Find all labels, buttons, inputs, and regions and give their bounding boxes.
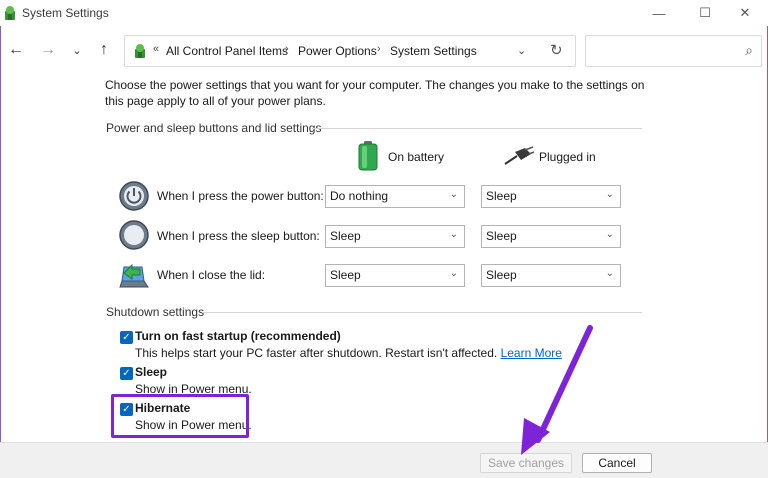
learn-more-link[interactable]: Learn More: [501, 346, 562, 360]
section-divider: [202, 312, 642, 313]
fast-startup-label[interactable]: Turn on fast startup (recommended): [135, 329, 341, 343]
fast-startup-checkbox[interactable]: ✓: [120, 331, 133, 344]
intro-text: Choose the power settings that you want …: [105, 78, 645, 108]
close-lid-battery-select[interactable]: Sleep ⌄: [325, 264, 465, 287]
chevron-down-icon: ⌄: [605, 189, 614, 200]
overflow-chevron-icon[interactable]: «: [153, 43, 159, 55]
breadcrumb-all-control-panel-items[interactable]: All Control Panel Items: [166, 44, 288, 58]
control-panel-icon: [5, 6, 15, 20]
address-dropdown-icon[interactable]: ⌄: [517, 44, 526, 57]
control-panel-icon: [135, 44, 145, 58]
sleep-button-plugged-select[interactable]: Sleep ⌄: [481, 225, 621, 248]
power-button-battery-select[interactable]: Do nothing ⌄: [325, 185, 465, 208]
breadcrumb-system-settings[interactable]: System Settings: [390, 44, 477, 58]
cancel-button[interactable]: Cancel: [582, 453, 652, 473]
breadcrumb-separator-icon[interactable]: ›: [285, 43, 289, 55]
window-title: System Settings: [22, 6, 109, 20]
plugged-in-header: Plugged in: [539, 150, 596, 164]
chevron-down-icon: ⌄: [449, 189, 458, 200]
chevron-down-icon: ⌄: [605, 268, 614, 279]
fast-startup-desc-text: This helps start your PC faster after sh…: [135, 346, 498, 360]
sleep-button-battery-select[interactable]: Sleep ⌄: [325, 225, 465, 248]
power-plug-icon: [504, 146, 535, 165]
forward-button[interactable]: →: [37, 39, 59, 61]
hibernate-highlight-box: [111, 394, 249, 438]
close-lid-plugged-select[interactable]: Sleep ⌄: [481, 264, 621, 287]
sleep-button-label: When I press the sleep button:: [157, 229, 320, 243]
recent-locations-button[interactable]: ⌄: [66, 39, 88, 61]
refresh-icon[interactable]: ↻: [550, 41, 563, 59]
battery-icon: [358, 141, 378, 171]
chevron-down-icon: ⌄: [449, 268, 458, 279]
select-value: Sleep: [486, 189, 517, 203]
footer-bar: [0, 442, 768, 478]
up-button[interactable]: ↑: [93, 39, 115, 61]
title-bar: System Settings — ☐ ✕: [0, 0, 768, 26]
minimize-button[interactable]: —: [636, 0, 682, 26]
sleep-button-icon: [119, 220, 149, 250]
select-value: Sleep: [486, 268, 517, 282]
search-input[interactable]: ⌕: [585, 35, 762, 67]
section-divider: [312, 128, 642, 129]
select-value: Sleep: [330, 268, 361, 282]
chevron-down-icon: ⌄: [449, 229, 458, 240]
sleep-label[interactable]: Sleep: [135, 365, 167, 379]
navigation-bar: ← → ⌄ ↑ « All Control Panel Items › Powe…: [0, 26, 768, 74]
laptop-lid-icon: [119, 263, 149, 288]
power-button-plugged-select[interactable]: Sleep ⌄: [481, 185, 621, 208]
back-button[interactable]: ←: [5, 39, 27, 61]
buttons-section-title: Power and sleep buttons and lid settings: [106, 121, 322, 135]
breadcrumb-power-options[interactable]: Power Options: [298, 44, 377, 58]
select-value: Sleep: [330, 229, 361, 243]
sleep-checkbox[interactable]: ✓: [120, 367, 133, 380]
on-battery-header: On battery: [388, 150, 445, 164]
chevron-down-icon: ⌄: [605, 229, 614, 240]
close-lid-label: When I close the lid:: [157, 268, 266, 282]
close-button[interactable]: ✕: [722, 0, 768, 26]
breadcrumb-separator-icon[interactable]: ›: [377, 43, 381, 55]
search-icon: ⌕: [745, 42, 753, 58]
save-changes-button[interactable]: Save changes: [480, 453, 572, 473]
address-bar[interactable]: « All Control Panel Items › Power Option…: [124, 35, 576, 67]
shutdown-section-title: Shutdown settings: [106, 305, 205, 319]
select-value: Do nothing: [330, 189, 389, 203]
power-button-label: When I press the power button:: [157, 189, 324, 203]
fast-startup-description: This helps start your PC faster after sh…: [135, 346, 562, 360]
power-button-icon: [119, 181, 149, 211]
select-value: Sleep: [486, 229, 517, 243]
